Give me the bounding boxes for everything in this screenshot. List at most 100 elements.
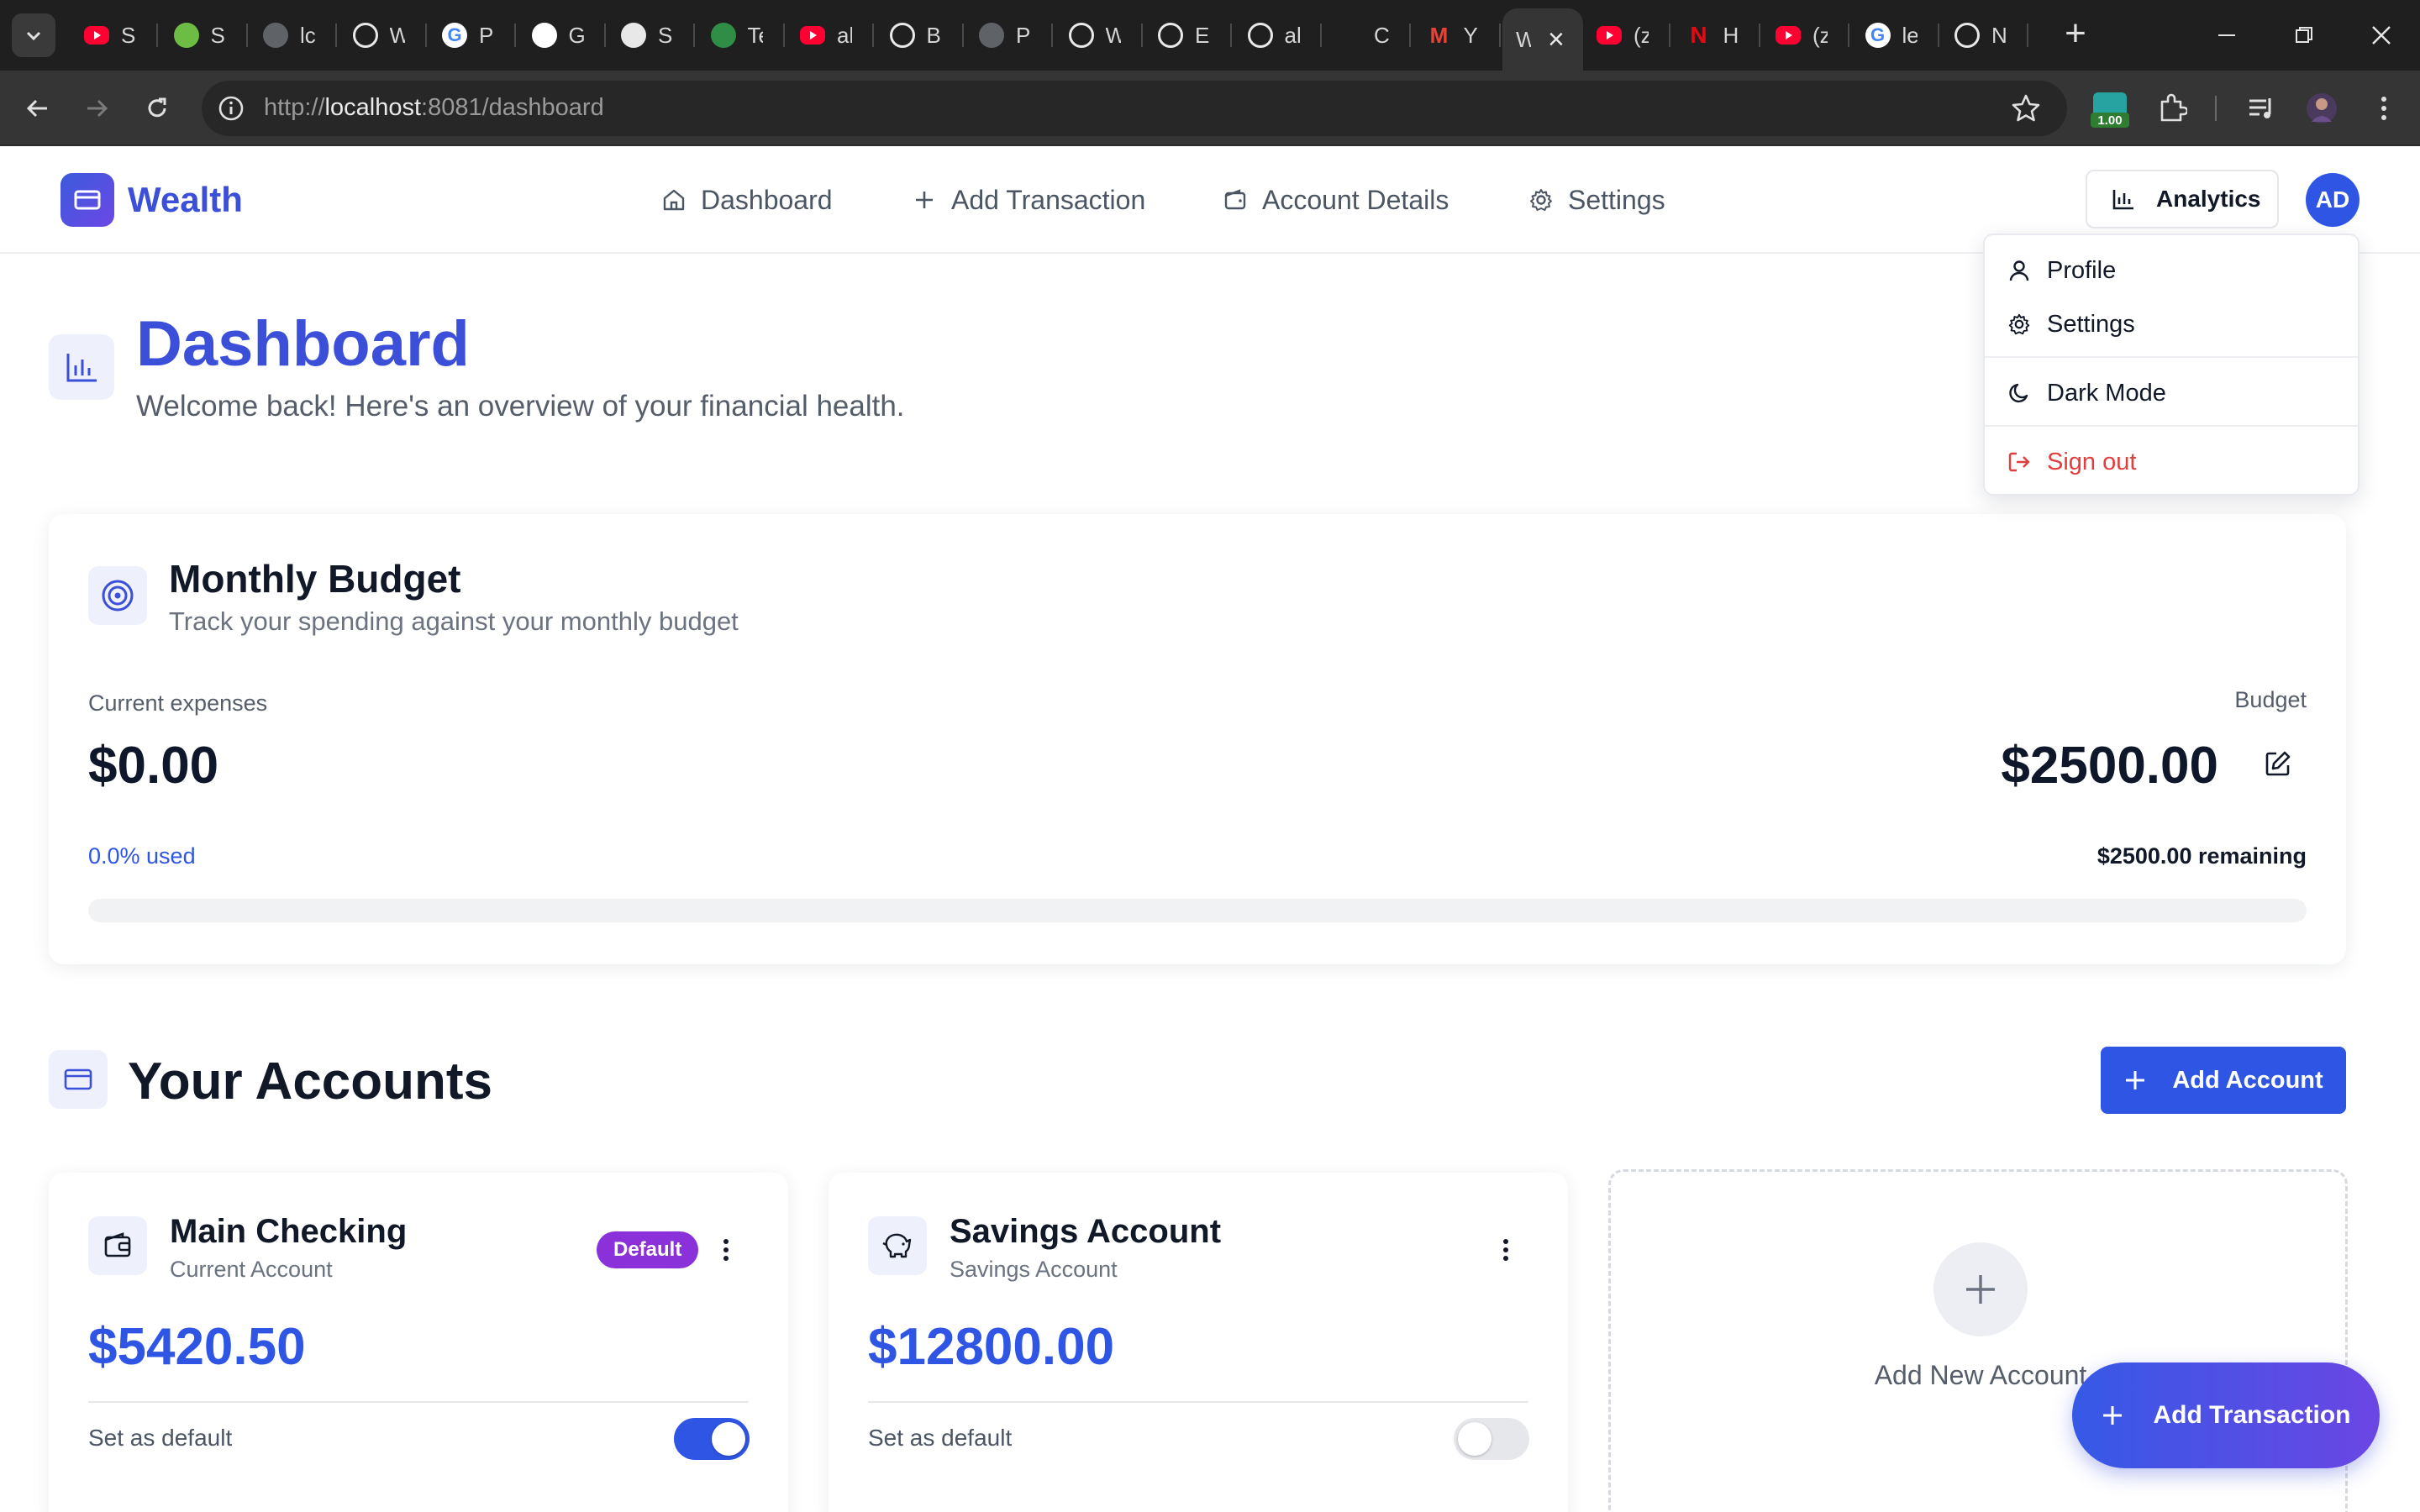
browser-tab[interactable]: (z	[1583, 10, 1670, 60]
youtube-icon	[84, 26, 109, 45]
extensions-button[interactable]	[2151, 87, 2193, 129]
browser-menu-button[interactable]	[2363, 87, 2405, 129]
browser-tab[interactable]: NH	[1673, 10, 1760, 60]
tab-separator	[1140, 24, 1143, 47]
browser-tab[interactable]: GP	[429, 10, 516, 60]
tab-separator	[245, 24, 248, 47]
tab-title: (z	[1812, 22, 1828, 48]
back-button[interactable]	[18, 89, 57, 128]
wallet-icon	[88, 1216, 147, 1275]
github-icon	[1158, 23, 1183, 48]
tab-separator	[1319, 24, 1322, 47]
account-name: Savings Account	[950, 1213, 1222, 1250]
close-window-button[interactable]	[2339, 12, 2420, 59]
tab-title: H	[1723, 22, 1739, 48]
nav-account-details[interactable]: Account Details	[1222, 180, 1449, 220]
playlist-icon	[2249, 98, 2271, 118]
account-card-savings[interactable]: Savings Account Savings Account $12800.0…	[829, 1173, 1568, 1512]
set-default-label: Set as default	[868, 1425, 1013, 1451]
reload-button[interactable]	[138, 89, 176, 128]
tab-title: S|	[210, 22, 226, 48]
extension-counter-button[interactable]: 1.00	[2089, 87, 2131, 129]
brand-name[interactable]: Wealth	[128, 180, 243, 220]
menu-item-sign-out[interactable]: Sign out	[2007, 442, 2136, 482]
site-info-icon[interactable]	[213, 91, 249, 126]
browser-tab[interactable]: S	[608, 10, 695, 60]
browser-tab[interactable]: MY	[1413, 10, 1501, 60]
restore-button[interactable]	[2262, 12, 2346, 59]
browser-tab[interactable]: B	[876, 10, 964, 60]
set-default-toggle[interactable]	[1454, 1418, 1529, 1460]
menu-item-profile[interactable]: Profile	[2007, 250, 2116, 291]
menu-item-dark-mode[interactable]: Dark Mode	[2007, 373, 2166, 413]
chevron-down-icon	[26, 31, 41, 41]
nav-settings[interactable]: Settings	[1528, 180, 1665, 220]
tab-separator	[961, 24, 964, 47]
browser-tab[interactable]: Te	[697, 10, 785, 60]
media-control-button[interactable]	[2240, 87, 2282, 129]
close-tab-icon[interactable]: ×	[1548, 25, 1565, 54]
browser-tab[interactable]: W ×	[1502, 8, 1583, 71]
more-vertical-icon	[2381, 97, 2386, 120]
nav-add-transaction[interactable]: Add Transaction	[911, 180, 1145, 220]
edit-icon	[2265, 751, 2291, 776]
stack-icon	[889, 23, 915, 48]
browser-tab[interactable]: S|	[160, 10, 248, 60]
logout-icon	[2008, 452, 2030, 472]
tab-separator	[514, 24, 516, 47]
tab-separator	[424, 24, 427, 47]
account-type: Current Account	[170, 1257, 333, 1282]
restore-icon	[2296, 27, 2312, 43]
browser-tab[interactable]: al	[786, 10, 874, 60]
menu-item-sign-out-label: Sign out	[2047, 448, 2137, 475]
budget-progress-bar	[88, 899, 2307, 922]
account-menu-button[interactable]	[709, 1233, 743, 1267]
minimize-button[interactable]	[2185, 12, 2269, 59]
tab-title: C	[1374, 22, 1389, 48]
menu-item-settings[interactable]: Settings	[2007, 304, 2135, 344]
analytics-button[interactable]: Analytics	[2086, 170, 2279, 228]
tab-title: W	[1516, 26, 1531, 52]
url-text[interactable]: http://localhost:8081/dashboard	[264, 94, 604, 122]
account-card-main-checking[interactable]: Main Checking Current Account Default $5…	[49, 1173, 788, 1512]
add-account-button[interactable]: Add Account	[2101, 1047, 2346, 1114]
browser-tab[interactable]: al	[1234, 10, 1322, 60]
monthly-budget-card: Monthly Budget Track your spending again…	[49, 514, 2346, 964]
browser-tab[interactable]: P	[965, 10, 1053, 60]
nav-dashboard[interactable]: Dashboard	[660, 180, 833, 220]
browser-tab[interactable]: E	[1144, 10, 1232, 60]
piggy-bank-icon	[868, 1216, 927, 1275]
tab-search-button[interactable]	[12, 13, 55, 57]
profile-button[interactable]	[2301, 87, 2343, 129]
browser-tab[interactable]: Gle	[1852, 10, 1939, 60]
page-title: Dashboard	[136, 308, 470, 380]
browser-tab[interactable]: C	[1323, 10, 1411, 60]
user-avatar-button[interactable]: AD	[2306, 173, 2360, 227]
account-name: Main Checking	[170, 1213, 408, 1250]
address-bar[interactable]: http://localhost:8081/dashboard	[202, 81, 2067, 136]
google-icon: G	[442, 23, 467, 48]
menu-item-settings-label: Settings	[2047, 310, 2135, 338]
edit-budget-button[interactable]	[2257, 743, 2299, 785]
browser-tab[interactable]: G	[518, 10, 606, 60]
toggle-knob	[712, 1422, 745, 1456]
browser-tab[interactable]: Si	[71, 10, 158, 60]
globe-icon	[263, 23, 288, 48]
browser-tab[interactable]: (z	[1762, 10, 1849, 60]
browser-tab[interactable]: N	[1941, 10, 2028, 60]
browser-tab[interactable]: W	[339, 10, 427, 60]
plus-icon	[2103, 1406, 2123, 1425]
bookmark-star-icon[interactable]	[2008, 91, 2044, 126]
moon-icon	[2009, 383, 2028, 403]
browser-tab[interactable]: lc	[250, 10, 337, 60]
account-menu-button[interactable]	[1489, 1233, 1523, 1267]
new-tab-button[interactable]: +	[2055, 15, 2096, 55]
set-default-toggle[interactable]	[674, 1418, 750, 1460]
github-icon	[1247, 23, 1273, 48]
brand-logo[interactable]	[60, 173, 114, 227]
add-transaction-fab[interactable]: Add Transaction	[2072, 1362, 2380, 1468]
analytics-label: Analytics	[2156, 186, 2261, 212]
nav-settings-label: Settings	[1568, 184, 1665, 215]
browser-tab[interactable]: W	[1055, 10, 1143, 60]
forward-button[interactable]	[77, 89, 116, 128]
